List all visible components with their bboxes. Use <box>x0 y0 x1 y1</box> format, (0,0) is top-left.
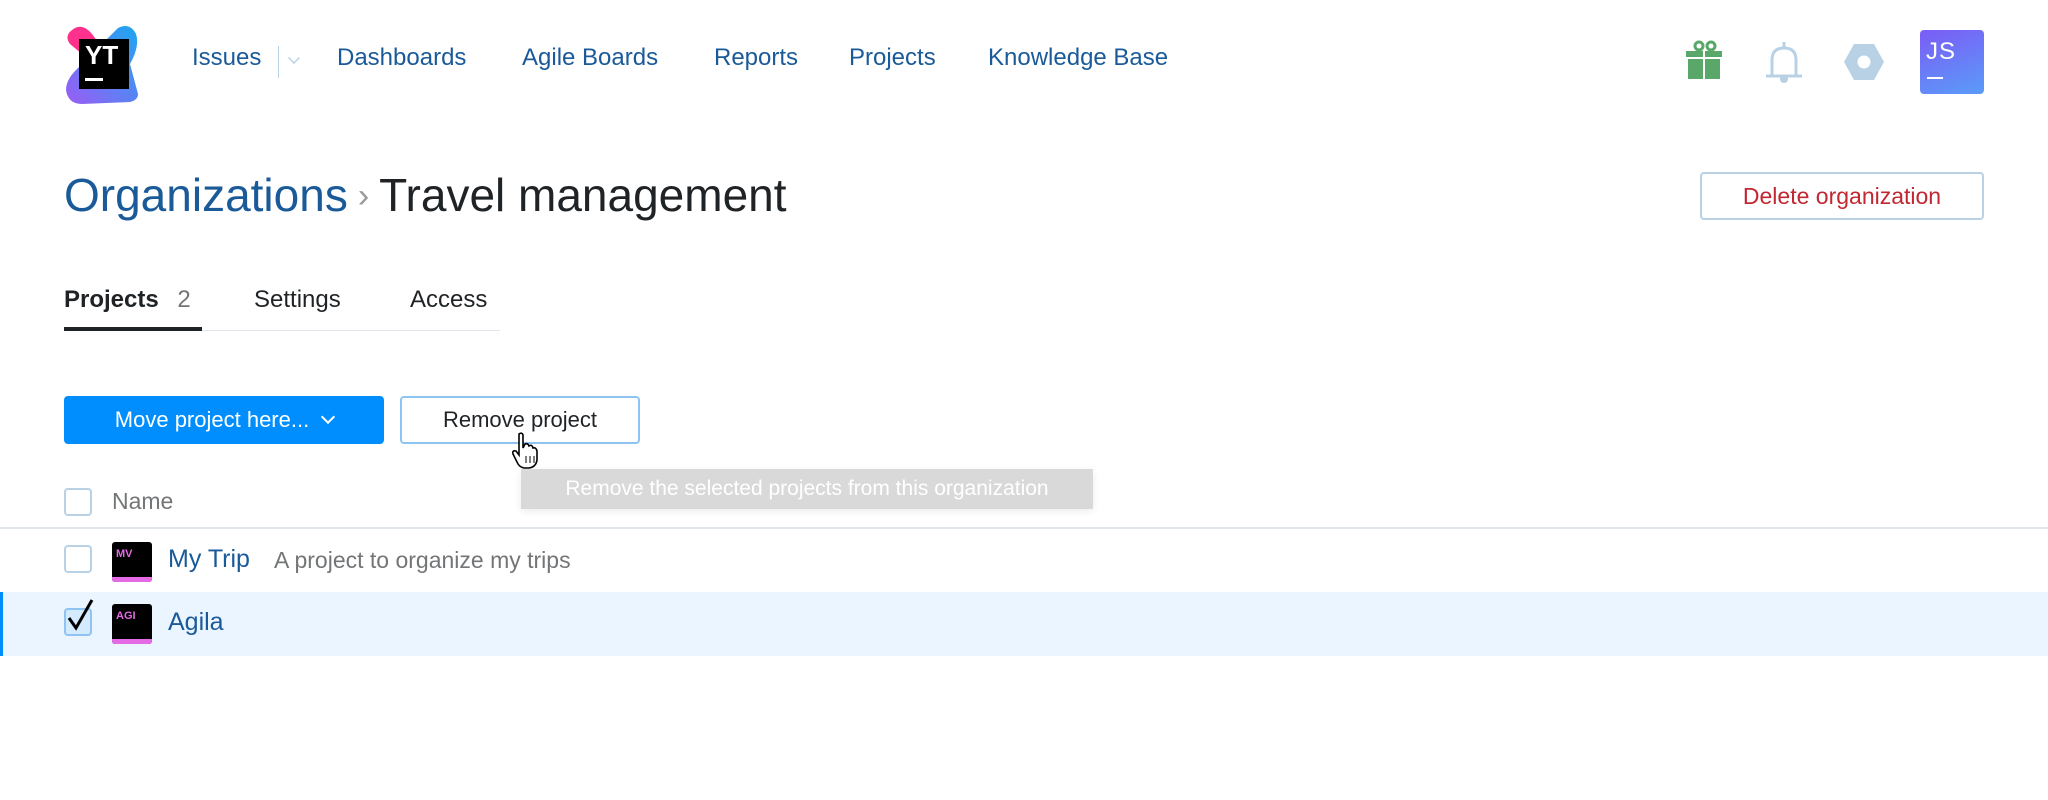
nav-projects[interactable]: Projects <box>849 44 936 72</box>
tab-settings[interactable]: Settings <box>254 286 341 314</box>
youtrack-logo[interactable]: YT <box>64 24 144 104</box>
settings-icon[interactable] <box>1844 44 1884 80</box>
active-tab-underline <box>64 327 202 331</box>
nav-knowledge-base[interactable]: Knowledge Base <box>988 44 1168 72</box>
chevron-down-icon <box>321 409 336 425</box>
avatar-underscore <box>1927 77 1943 79</box>
table-row-selected[interactable]: AGI Agila <box>0 592 2048 656</box>
project-icon: AGI <box>112 604 152 644</box>
breadcrumb-organizations[interactable]: Organizations <box>64 169 348 221</box>
tab-access[interactable]: Access <box>410 286 487 314</box>
tab-label: Projects <box>64 286 159 313</box>
project-icon-text: MV <box>116 548 133 560</box>
organization-name: Travel management <box>379 169 787 221</box>
logo-text: YT <box>85 40 119 70</box>
move-project-button[interactable]: Move project here... <box>64 396 384 444</box>
select-all-checkbox[interactable] <box>64 488 92 516</box>
user-avatar[interactable]: JS <box>1920 30 1984 94</box>
gift-icon[interactable] <box>1686 40 1724 80</box>
breadcrumb-separator: › <box>357 177 370 215</box>
move-project-label: Move project here... <box>114 407 310 432</box>
bell-icon[interactable] <box>1765 42 1803 84</box>
page-title: Organizations › Travel management <box>64 168 787 222</box>
nav-dashboards[interactable]: Dashboards <box>337 44 466 72</box>
checkmark-icon <box>67 599 94 631</box>
table-row[interactable]: MV My Trip A project to organize my trip… <box>0 529 2048 592</box>
nav-divider <box>278 46 279 78</box>
chevron-down-icon[interactable] <box>288 52 300 64</box>
project-name-link[interactable]: Agila <box>168 608 224 637</box>
project-name-link[interactable]: My Trip <box>168 545 250 574</box>
delete-organization-button[interactable]: Delete organization <box>1700 172 1984 220</box>
column-header-name[interactable]: Name <box>112 488 173 515</box>
nav-issues[interactable]: Issues <box>192 44 261 72</box>
row-checkbox[interactable] <box>64 545 92 573</box>
tooltip: Remove the selected projects from this o… <box>521 469 1093 509</box>
project-icon-text: AGI <box>116 610 136 622</box>
nav-reports[interactable]: Reports <box>714 44 798 72</box>
avatar-initials: JS <box>1926 38 1957 65</box>
tab-projects[interactable]: Projects 2 <box>64 286 191 314</box>
project-description: A project to organize my trips <box>274 547 571 573</box>
hand-cursor-icon <box>512 432 538 469</box>
logo-underscore <box>85 78 103 81</box>
project-icon: MV <box>112 542 152 582</box>
nav-agile-boards[interactable]: Agile Boards <box>522 44 658 72</box>
tab-count: 2 <box>177 286 191 313</box>
